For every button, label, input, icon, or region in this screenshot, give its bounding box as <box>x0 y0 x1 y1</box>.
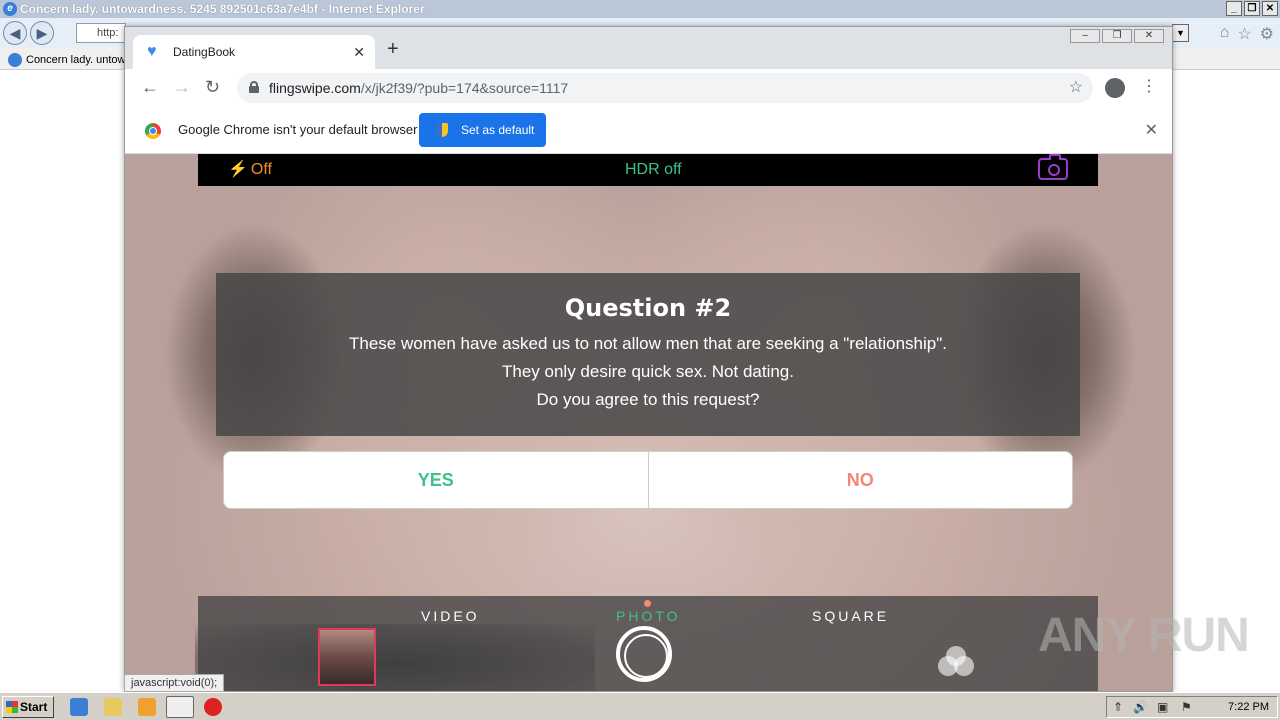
favorites-star-icon[interactable]: ☆ <box>1237 24 1251 44</box>
start-label: Start <box>20 700 48 714</box>
camera-bottom-bar: VIDEO PHOTO SQUARE <box>198 596 1098 691</box>
question-text-line: They only desire quick sex. Not dating. <box>502 362 794 381</box>
tray-arrow-icon[interactable]: ⇑ <box>1113 700 1123 714</box>
taskbar-clock: 7:22 PM <box>1228 701 1269 713</box>
lightning-icon: ⚡ <box>228 161 248 178</box>
chrome-close-button[interactable]: ✕ <box>1134 29 1164 43</box>
chrome-window: ♥ DatingBook ✕ + – ❐ ✕ ← → ↻ flingswipe.… <box>124 26 1173 692</box>
chrome-tab-bar: ♥ DatingBook ✕ + – ❐ ✕ <box>125 27 1172 69</box>
new-tab-button[interactable]: + <box>387 39 399 59</box>
lock-icon <box>249 81 259 93</box>
network-icon[interactable]: ▣ <box>1157 700 1168 714</box>
filter-circle <box>954 656 974 676</box>
heart-favicon-icon: ♥ <box>147 43 157 60</box>
camera-top-bar: ⚡ Off HDR off <box>198 154 1098 186</box>
chrome-taskbar-button[interactable] <box>166 696 194 718</box>
camera-switch-icon[interactable] <box>1038 154 1068 180</box>
ie-window-title: Concern lady. untowardness. 5245 892501c… <box>20 2 425 16</box>
answer-buttons: YES NO <box>223 451 1073 509</box>
ie-restore-button[interactable]: ❐ <box>1244 1 1260 16</box>
default-browser-infobar: Google Chrome isn't your default browser… <box>125 107 1172 154</box>
shield-icon <box>436 123 448 137</box>
question-text-line: These women have asked us to not allow m… <box>349 334 947 353</box>
system-tray: ⇑ 🔊 ▣ ⚑ 7:22 PM <box>1106 696 1278 718</box>
home-icon[interactable]: ⌂ <box>1220 24 1230 44</box>
ie-minimize-button[interactable]: _ <box>1226 1 1242 16</box>
question-title: Question #2 <box>564 294 732 322</box>
flash-label: Off <box>250 161 272 178</box>
bookmark-star-icon[interactable]: ☆ <box>1069 73 1083 103</box>
anyrun-watermark: ANY RUN <box>1038 609 1250 662</box>
status-link-tooltip: javascript:void(0); <box>124 674 225 692</box>
infobar-message: Google Chrome isn't your default browser <box>178 122 418 137</box>
set-as-default-label: Set as default <box>461 123 535 137</box>
ie-address-dropdown-icon[interactable]: ▼ <box>1172 24 1189 42</box>
tab-close-icon[interactable]: ✕ <box>353 35 365 69</box>
question-panel: Question #2 These women have asked us to… <box>216 273 1080 436</box>
url-path: /x/jk2f39/?pub=174&source=1117 <box>360 80 569 96</box>
ie-logo-icon: e <box>3 2 17 16</box>
volume-icon[interactable]: 🔊 <box>1133 700 1148 714</box>
chrome-toolbar: ← → ↻ flingswipe.com/x/jk2f39/?pub=174&s… <box>125 69 1172 107</box>
taskbar: Start ⇑ 🔊 ▣ ⚑ 7:22 PM <box>0 692 1280 720</box>
explorer-taskbar-icon[interactable] <box>104 698 122 716</box>
opera-taskbar-icon[interactable] <box>204 698 222 716</box>
page-content: ⚡ Off HDR off Question #2 These women hav… <box>125 154 1172 691</box>
omnibox[interactable]: flingswipe.com/x/jk2f39/?pub=174&source=… <box>237 73 1093 103</box>
question-text-line: Do you agree to this request? <box>536 390 760 409</box>
infobar-close-icon[interactable]: ✕ <box>1145 120 1158 140</box>
url-host: flingswipe.com <box>269 80 361 96</box>
ie-tab-favicon-icon <box>8 53 22 67</box>
windows-flag-icon <box>6 701 18 713</box>
chrome-restore-button[interactable]: ❐ <box>1102 29 1132 43</box>
mode-square[interactable]: SQUARE <box>812 608 889 624</box>
ie-forward-icon[interactable]: ▶ <box>30 21 54 45</box>
ie-taskbar-icon[interactable] <box>70 698 88 716</box>
action-center-flag-icon[interactable]: ⚑ <box>1181 700 1192 714</box>
shutter-button[interactable] <box>616 626 672 682</box>
flash-toggle[interactable]: ⚡ Off <box>228 160 272 180</box>
hdr-toggle[interactable]: HDR off <box>625 160 682 180</box>
filters-icon[interactable] <box>938 646 978 686</box>
ie-title-bar: e Concern lady. untowardness. 5245 89250… <box>0 0 1280 18</box>
forward-arrow-icon[interactable]: → <box>173 77 191 97</box>
yes-button[interactable]: YES <box>224 452 649 508</box>
ie-tab[interactable]: Concern lady. untow <box>4 50 124 70</box>
chrome-tab-title: DatingBook <box>173 45 236 59</box>
mode-photo[interactable]: PHOTO <box>616 608 681 624</box>
active-mode-dot <box>644 600 651 607</box>
media-player-taskbar-icon[interactable] <box>138 698 156 716</box>
ie-tab-label: Concern lady. untow <box>26 54 124 66</box>
ie-address-field[interactable]: http: <box>76 23 126 43</box>
set-as-default-button[interactable]: Set as default <box>419 113 546 147</box>
mode-video[interactable]: VIDEO <box>421 608 480 624</box>
profile-avatar-icon[interactable] <box>1105 78 1125 98</box>
chrome-window-controls: – ❐ ✕ <box>1070 29 1164 43</box>
ie-window-controls: _ ❐ ✕ <box>1226 1 1278 16</box>
gallery-thumbnail[interactable] <box>318 628 376 686</box>
menu-dots-icon[interactable]: ⋮ <box>1141 77 1157 97</box>
chrome-minimize-button[interactable]: – <box>1070 29 1100 43</box>
gear-icon[interactable]: ⚙ <box>1260 24 1274 44</box>
back-arrow-icon[interactable]: ← <box>141 77 159 97</box>
ie-close-button[interactable]: ✕ <box>1262 1 1278 16</box>
start-button[interactable]: Start <box>2 696 54 718</box>
ie-back-icon[interactable]: ◀ <box>3 21 27 45</box>
chrome-logo-icon <box>145 123 161 139</box>
reload-icon[interactable]: ↻ <box>205 77 220 97</box>
ie-toolbar-icons: ⌂ ☆ ⚙ <box>1220 24 1274 44</box>
chrome-tab[interactable]: ♥ DatingBook ✕ <box>133 35 375 69</box>
no-button[interactable]: NO <box>649 452 1073 508</box>
